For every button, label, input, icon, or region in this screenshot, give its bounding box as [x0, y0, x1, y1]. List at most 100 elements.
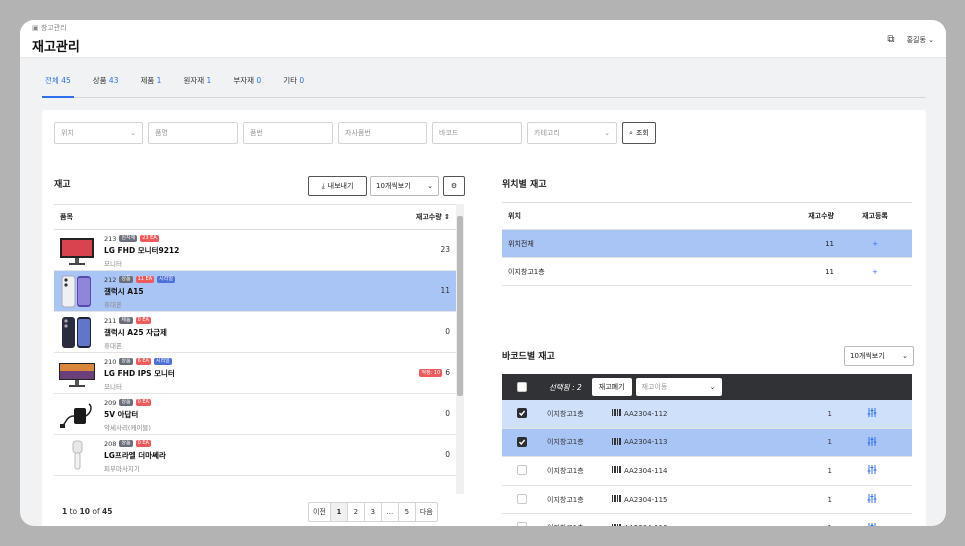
- barcode-row[interactable]: 이지창고1층 AA2304-113 1: [502, 428, 912, 458]
- user-menu[interactable]: 홍길동 ⌄: [907, 35, 934, 45]
- page-button[interactable]: 2: [348, 503, 365, 521]
- search-button[interactable]: ⌕ 조회: [622, 122, 656, 144]
- tab-label: 상품: [92, 76, 109, 85]
- tab-0[interactable]: 전체 45: [42, 74, 74, 98]
- product-name-input[interactable]: 품명: [148, 122, 238, 144]
- page-button[interactable]: 1: [330, 503, 348, 521]
- product-category: 모니터: [104, 383, 122, 391]
- scrollbar-thumb[interactable]: [457, 216, 463, 396]
- location-row[interactable]: 위치전체 11 +: [502, 230, 912, 258]
- stock-qty: 적정: 10 6: [419, 368, 450, 377]
- row-checkbox[interactable]: [517, 436, 527, 447]
- inventory-row[interactable]: 211 제품 0 EA 갤럭시 A25 자급제 휴대폰 0: [54, 312, 456, 353]
- tab-5[interactable]: 기타 0: [280, 74, 307, 98]
- stock-qty-value: 0: [445, 450, 450, 459]
- col-qty[interactable]: 재고수량 ⇕: [416, 212, 450, 222]
- copy-icon[interactable]: ⧉: [887, 34, 894, 45]
- status-badge: 시리얼: [153, 358, 172, 365]
- own-no-input[interactable]: 자사품번: [338, 122, 427, 144]
- barcode-qty: 1: [827, 438, 832, 447]
- barcode-value: AA2304-114: [624, 466, 668, 475]
- adjust-icon[interactable]: [832, 494, 912, 505]
- barcode-row[interactable]: 이지창고1층 AA2304-114 1: [502, 457, 912, 486]
- page-button[interactable]: 이전: [309, 503, 331, 521]
- product-category: 모니터: [104, 260, 122, 268]
- status-badge: 상품: [119, 440, 133, 447]
- tab-count: 43: [108, 76, 119, 85]
- pager-end: 10: [79, 507, 90, 516]
- category-select[interactable]: 카테고리 ⌄: [527, 122, 617, 144]
- tab-1[interactable]: 상품 43: [90, 74, 122, 98]
- product-image: [58, 439, 96, 472]
- location-row[interactable]: 이지창고1층 11 +: [502, 258, 912, 286]
- location-select[interactable]: 위치 ⌄: [54, 122, 143, 144]
- page-button[interactable]: 5: [399, 503, 416, 521]
- barcode-row[interactable]: 이지창고1층 AA2304-115 1: [502, 486, 912, 515]
- pager-of: of: [92, 507, 100, 516]
- row-checkbox[interactable]: [517, 464, 527, 475]
- status-badge: 0 EA: [135, 317, 151, 324]
- inventory-row[interactable]: 207상품0 EA시리얼갤럭시 플립5 F6950: [54, 476, 456, 478]
- per-page-select[interactable]: 10개씩보기 ⌄: [370, 176, 439, 196]
- barcode-per-page-label: 10개씩보기: [850, 352, 885, 360]
- barcode-per-page-select[interactable]: 10개씩보기 ⌄: [844, 346, 914, 366]
- row-checkbox-cell: [502, 493, 542, 506]
- status-badge: 0 EA: [135, 440, 151, 447]
- tab-2[interactable]: 제품 1: [137, 74, 164, 98]
- barcode-input[interactable]: 바코드: [432, 122, 522, 144]
- product-no-input[interactable]: 품번: [243, 122, 333, 144]
- page-button[interactable]: ...: [382, 503, 399, 521]
- stock-qty: 0: [445, 409, 450, 418]
- status-badge: 6 EA: [135, 358, 151, 365]
- product-meta: 209 상품 0 EA: [104, 398, 151, 407]
- inventory-row[interactable]: 213 원자재 23 EA LG FHD 모니터9212 모니터 23: [54, 230, 456, 271]
- discard-button[interactable]: 재고폐기: [591, 378, 632, 396]
- row-checkbox[interactable]: [517, 522, 527, 526]
- tab-label: 부자재: [233, 76, 257, 85]
- product-image: [58, 398, 96, 431]
- inventory-row[interactable]: 209 상품 0 EA 5V 아답터 악세사리(케이블) 0: [54, 394, 456, 435]
- user-name: 홍길동: [906, 35, 926, 44]
- adjust-icon[interactable]: [832, 522, 912, 526]
- search-icon: ⌕: [629, 128, 633, 137]
- product-code: 210: [104, 357, 117, 366]
- adjust-icon[interactable]: [832, 408, 912, 419]
- adjust-icon[interactable]: [832, 465, 912, 476]
- col-register: 재고등록: [862, 212, 888, 220]
- row-checkbox[interactable]: [517, 493, 527, 504]
- inventory-row[interactable]: 210 상품 6 EA 시리얼 LG FHD IPS 모니터 모니터 적정: 10 6: [54, 353, 456, 394]
- add-stock-icon[interactable]: +: [838, 240, 912, 248]
- app-window: ▣ 창고관리 재고관리 ⧉ 홍길동 ⌄ 전체 45 상품 43 제품 1 원자재 1부…: [20, 20, 946, 526]
- inventory-row[interactable]: 212 상품 11 EA 시리얼 갤럭시 A15 휴대폰 11: [54, 271, 456, 312]
- stock-qty: 11: [440, 286, 450, 295]
- product-info: 209 상품 0 EA 5V 아답터 악세사리(케이블): [104, 398, 151, 432]
- inventory-scrollbar[interactable]: [456, 204, 464, 494]
- location-qty: 11: [825, 239, 834, 248]
- product-no-placeholder: 품번: [250, 129, 263, 137]
- row-checkbox[interactable]: [517, 408, 527, 419]
- tab-3[interactable]: 원자재 1: [180, 74, 214, 98]
- tab-count: 0: [256, 76, 262, 85]
- product-name: LG FHD IPS 모니터: [104, 369, 175, 378]
- tab-4[interactable]: 부자재 0: [230, 74, 264, 98]
- page-button[interactable]: 다음: [416, 503, 437, 521]
- settings-button[interactable]: ⚙: [443, 176, 465, 196]
- add-stock-icon[interactable]: +: [838, 268, 912, 276]
- stock-qty: 0: [445, 450, 450, 459]
- barcode-cell: AA2304-115: [612, 495, 772, 504]
- page-button[interactable]: 3: [365, 503, 382, 521]
- product-image: [58, 357, 96, 390]
- barcode-value: AA2304-116: [624, 524, 667, 526]
- barcode-row[interactable]: 이지창고1층 AA2304-112 1: [502, 400, 912, 429]
- stock-qty: 23: [440, 245, 450, 254]
- adjust-icon[interactable]: [832, 436, 912, 448]
- col-item: 품목: [60, 213, 73, 221]
- warehouse-icon: ▣: [32, 24, 39, 32]
- select-all-checkbox[interactable]: [517, 382, 527, 392]
- export-button[interactable]: ⤓ 내보내기: [308, 176, 367, 196]
- move-select[interactable]: 재고이동 ⌄: [635, 378, 722, 396]
- inventory-row[interactable]: 208 상품 0 EA LG프라엘 더마쎄라 피부마사지기 0: [54, 435, 456, 476]
- chevron-down-icon: ⌄: [130, 129, 136, 137]
- breadcrumb[interactable]: ▣ 창고관리: [32, 23, 67, 33]
- barcode-row[interactable]: 이지창고1층 AA2304-116 1: [502, 514, 912, 526]
